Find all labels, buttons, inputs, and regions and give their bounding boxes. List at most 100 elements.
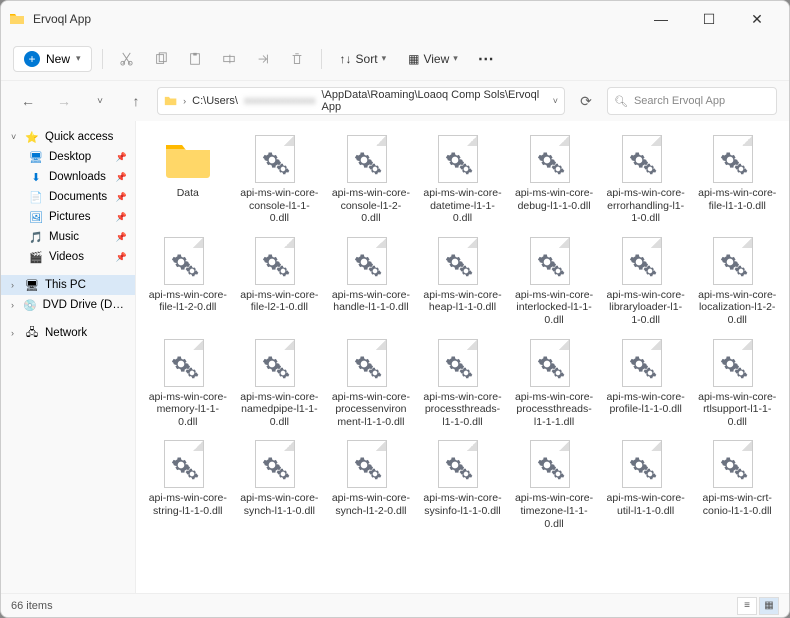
back-button[interactable]: ←	[13, 86, 43, 116]
sidebar-music[interactable]: 🎵Music📌	[1, 227, 135, 247]
file-item[interactable]: api-ms-win-core-file-l1-2-0.dll	[144, 233, 232, 331]
file-item[interactable]: api-ms-win-core-handle-l1-1-0.dll	[327, 233, 415, 331]
dll-file-icon	[530, 440, 578, 488]
sidebar-this-pc[interactable]: ›🖥This PC	[1, 275, 135, 295]
sidebar-videos[interactable]: 🎬Videos📌	[1, 247, 135, 267]
chevron-down-icon[interactable]: ˅	[553, 96, 558, 106]
file-item[interactable]: api-ms-win-core-interlocked-l1-1-0.dll	[510, 233, 598, 331]
titlebar: Ervoql App — ☐ ✕	[1, 1, 789, 37]
item-label: api-ms-win-core-processthreads-l1-1-0.dl…	[423, 391, 503, 429]
file-item[interactable]: api-ms-win-core-console-l1-2-0.dll	[327, 131, 415, 229]
file-item[interactable]: api-ms-win-core-processthreads-l1-1-0.dl…	[419, 335, 507, 433]
file-item[interactable]: api-ms-win-core-memory-l1-1-0.dll	[144, 335, 232, 433]
content-area[interactable]: Dataapi-ms-win-core-console-l1-1-0.dllap…	[136, 121, 789, 593]
dll-file-icon	[530, 237, 578, 285]
separator	[321, 49, 322, 69]
address-bar[interactable]: › C:\Users\xxxxxxxxxxxxx\AppData\Roaming…	[157, 87, 565, 115]
item-label: api-ms-win-core-processenvironment-l1-1-…	[331, 391, 411, 429]
file-item[interactable]: api-ms-win-core-profile-l1-1-0.dll	[602, 335, 690, 433]
rename-icon[interactable]	[215, 45, 243, 73]
separator	[102, 49, 103, 69]
new-button[interactable]: + New ▾	[13, 46, 92, 72]
item-label: api-ms-win-core-file-l1-1-0.dll	[697, 187, 777, 212]
file-item[interactable]: api-ms-win-core-localization-l1-2-0.dll	[693, 233, 781, 331]
file-item[interactable]: api-ms-win-core-util-l1-1-0.dll	[602, 436, 690, 534]
chevron-down-icon[interactable]: ˅	[85, 86, 115, 116]
view-button[interactable]: ▦ View ▾	[400, 48, 466, 70]
sidebar-documents[interactable]: 📄Documents📌	[1, 187, 135, 207]
dll-file-icon	[622, 135, 670, 183]
file-item[interactable]: api-ms-win-core-synch-l1-2-0.dll	[327, 436, 415, 534]
dll-file-icon	[622, 237, 670, 285]
sort-button[interactable]: ↑↓ Sort ▾	[332, 48, 395, 70]
chevron-down-icon: ˅	[11, 132, 19, 142]
pin-icon: 📌	[116, 192, 127, 203]
path-redacted: xxxxxxxxxxxxx	[244, 95, 316, 107]
file-item[interactable]: api-ms-win-core-debug-l1-1-0.dll	[510, 131, 598, 229]
search-input[interactable]: 🔍︎ Search Ervoql App	[607, 87, 777, 115]
dll-file-icon	[164, 237, 212, 285]
pin-icon: 📌	[116, 252, 127, 263]
delete-icon[interactable]	[283, 45, 311, 73]
dll-file-icon	[530, 339, 578, 387]
sidebar-quick-access[interactable]: ˅⭐Quick access	[1, 127, 135, 147]
item-label: api-ms-win-core-interlocked-l1-1-0.dll	[514, 289, 594, 327]
dll-file-icon	[622, 339, 670, 387]
search-placeholder: Search Ervoql App	[634, 95, 725, 107]
folder-item[interactable]: Data	[144, 131, 232, 229]
file-item[interactable]: api-ms-win-core-file-l2-1-0.dll	[236, 233, 324, 331]
item-label: api-ms-win-core-handle-l1-1-0.dll	[331, 289, 411, 314]
file-item[interactable]: api-ms-win-core-heap-l1-1-0.dll	[419, 233, 507, 331]
sidebar-downloads[interactable]: ⬇Downloads📌	[1, 167, 135, 187]
file-item[interactable]: api-ms-win-core-string-l1-1-0.dll	[144, 436, 232, 534]
explorer-window: Ervoql App — ☐ ✕ + New ▾ ↑↓ Sort ▾ ▦ Vie…	[0, 0, 790, 618]
folder-icon	[164, 94, 177, 108]
dll-file-icon	[713, 135, 761, 183]
sidebar-dvd[interactable]: ›💿DVD Drive (D:) CCCC	[1, 295, 135, 315]
refresh-button[interactable]: ⟳	[571, 86, 601, 116]
file-item[interactable]: api-ms-win-core-file-l1-1-0.dll	[693, 131, 781, 229]
file-item[interactable]: api-ms-win-core-console-l1-1-0.dll	[236, 131, 324, 229]
up-button[interactable]: ↑	[121, 86, 151, 116]
item-label: api-ms-win-core-debug-l1-1-0.dll	[514, 187, 594, 212]
cut-icon[interactable]	[113, 45, 141, 73]
file-item[interactable]: api-ms-win-core-timezone-l1-1-0.dll	[510, 436, 598, 534]
icons-view-button[interactable]: ▦	[759, 597, 779, 615]
forward-button[interactable]: →	[49, 86, 79, 116]
sidebar-desktop[interactable]: 🖥Desktop📌	[1, 147, 135, 167]
path-prefix: C:\Users\	[192, 95, 238, 107]
copy-icon[interactable]	[147, 45, 175, 73]
chevron-down-icon: ▾	[382, 53, 387, 64]
file-item[interactable]: api-ms-win-crt-conio-l1-1-0.dll	[693, 436, 781, 534]
paste-icon[interactable]	[181, 45, 209, 73]
item-label: api-ms-win-core-string-l1-1-0.dll	[148, 492, 228, 517]
new-label: New	[46, 52, 70, 66]
file-item[interactable]: api-ms-win-core-errorhandling-l1-1-0.dll	[602, 131, 690, 229]
item-label: api-ms-win-core-rtlsupport-l1-1-0.dll	[697, 391, 777, 429]
item-label: api-ms-win-core-timezone-l1-1-0.dll	[514, 492, 594, 530]
sidebar-pictures[interactable]: 🖼Pictures📌	[1, 207, 135, 227]
dll-file-icon	[438, 440, 486, 488]
file-item[interactable]: api-ms-win-core-processthreads-l1-1-1.dl…	[510, 335, 598, 433]
file-item[interactable]: api-ms-win-core-namedpipe-l1-1-0.dll	[236, 335, 324, 433]
file-item[interactable]: api-ms-win-core-datetime-l1-1-0.dll	[419, 131, 507, 229]
file-item[interactable]: api-ms-win-core-sysinfo-l1-1-0.dll	[419, 436, 507, 534]
maximize-button[interactable]: ☐	[695, 5, 723, 33]
details-view-button[interactable]: ≡	[737, 597, 757, 615]
minimize-button[interactable]: —	[647, 5, 675, 33]
share-icon[interactable]	[249, 45, 277, 73]
item-label: api-ms-win-core-memory-l1-1-0.dll	[148, 391, 228, 429]
file-item[interactable]: api-ms-win-core-rtlsupport-l1-1-0.dll	[693, 335, 781, 433]
disc-icon: 💿	[23, 298, 37, 312]
item-label: api-ms-win-core-sysinfo-l1-1-0.dll	[423, 492, 503, 517]
file-item[interactable]: api-ms-win-core-libraryloader-l1-1-0.dll	[602, 233, 690, 331]
chevron-down-icon: ▾	[453, 53, 458, 64]
folder-icon	[164, 135, 212, 183]
file-item[interactable]: api-ms-win-core-processenvironment-l1-1-…	[327, 335, 415, 433]
file-item[interactable]: api-ms-win-core-synch-l1-1-0.dll	[236, 436, 324, 534]
sidebar-network[interactable]: ›🖧Network	[1, 323, 135, 343]
close-button[interactable]: ✕	[743, 5, 771, 33]
more-button[interactable]: ⋯	[472, 45, 500, 73]
dll-file-icon	[347, 135, 395, 183]
path-suffix: \AppData\Roaming\Loaoq Comp Sols\Ervoql …	[322, 89, 547, 113]
